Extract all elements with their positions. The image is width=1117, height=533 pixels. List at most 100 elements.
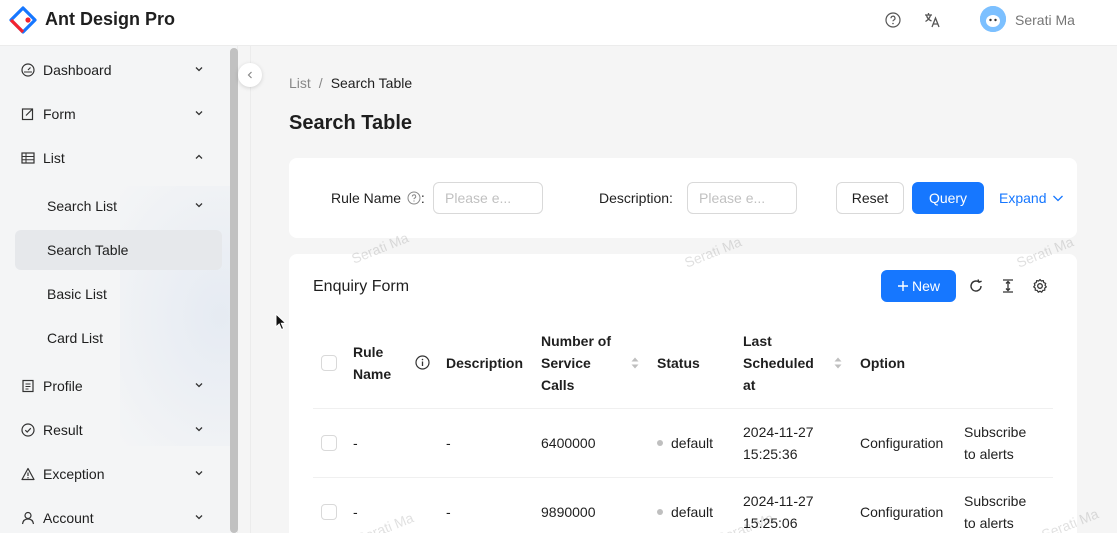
- row-checkbox[interactable]: [321, 435, 337, 451]
- table-header-divider: [313, 408, 1053, 409]
- sidebar-item-label: List: [43, 150, 65, 166]
- rule-name-link[interactable]: -: [353, 501, 358, 523]
- calls-header-line3: Calls: [541, 377, 575, 393]
- info-circle-icon[interactable]: [415, 355, 430, 373]
- sidebar-item-label: Dashboard: [43, 62, 112, 78]
- select-all-checkbox[interactable]: [321, 355, 337, 371]
- sort-icon[interactable]: [833, 355, 843, 371]
- column-header-status[interactable]: Status: [657, 352, 700, 374]
- sidebar-item-label: Basic List: [47, 286, 107, 302]
- column-height-icon[interactable]: [999, 277, 1017, 295]
- question-circle-icon[interactable]: [883, 10, 903, 30]
- expand-toggle[interactable]: Expand: [999, 190, 1064, 206]
- sidebar-item-basic-list[interactable]: Basic List: [0, 274, 222, 314]
- sidebar-item-label: Result: [43, 422, 83, 438]
- sidebar-item-card-list[interactable]: Card List: [0, 318, 222, 358]
- sidebar-item-exception[interactable]: Exception: [0, 454, 222, 494]
- question-circle-icon[interactable]: [407, 191, 421, 205]
- sidebar-item-search-list[interactable]: Search List: [0, 186, 222, 226]
- warning-icon: [20, 466, 36, 482]
- chevron-down-icon: [192, 378, 206, 392]
- breadcrumb-current: Search Table: [330, 75, 413, 91]
- row-checkbox[interactable]: [321, 504, 337, 520]
- collapse-sidebar-button[interactable]: [238, 63, 262, 87]
- scheduled-date: 2024-11-27: [743, 424, 814, 440]
- subscribe-line1: Subscribe: [964, 493, 1027, 509]
- setting-icon[interactable]: [1031, 277, 1049, 295]
- sidebar-item-list[interactable]: List: [0, 138, 222, 178]
- sidebar-item-label: Search Table: [47, 242, 129, 258]
- translate-icon[interactable]: [922, 10, 942, 30]
- page-title: Search Table: [289, 112, 413, 134]
- breadcrumb-separator: /: [318, 75, 323, 91]
- description-cell: -: [446, 504, 451, 520]
- description-input[interactable]: [687, 182, 797, 214]
- column-header-last-scheduled[interactable]: Last Scheduled at: [743, 330, 814, 396]
- sidebar-item-label: Profile: [43, 378, 83, 394]
- scheduled-header-line3: at: [743, 377, 756, 393]
- table-title: Enquiry Form: [313, 278, 410, 295]
- column-header-service-calls[interactable]: Number of Service Calls: [541, 330, 611, 396]
- sidebar-scrollbar[interactable]: [230, 48, 238, 533]
- scheduled-header-line1: Last: [743, 333, 772, 349]
- avatar[interactable]: [980, 6, 1006, 32]
- sidebar-item-label: Card List: [47, 330, 104, 346]
- chevron-down-icon: [192, 106, 206, 120]
- status-text: default: [671, 504, 714, 520]
- status-dot: [657, 509, 663, 516]
- rule-name-header-line2: Name: [353, 366, 392, 382]
- rule-name-label: Rule Name :: [331, 190, 425, 206]
- chevron-down-icon: [192, 422, 206, 436]
- chevron-up-icon: [192, 150, 206, 164]
- new-button[interactable]: New: [881, 270, 956, 302]
- subscribe-alerts-link[interactable]: Subscribe to alerts: [964, 490, 1026, 533]
- status-cell: default: [657, 432, 713, 454]
- calls-header-line1: Number of: [541, 333, 611, 349]
- sidebar-item-dashboard[interactable]: Dashboard: [0, 50, 222, 90]
- service-calls-cell: 9890000: [541, 504, 596, 520]
- query-button[interactable]: Query: [912, 182, 984, 214]
- configuration-link[interactable]: Configuration: [860, 501, 943, 523]
- sidebar-item-account[interactable]: Account: [0, 498, 222, 533]
- top-header: Ant Design Pro Serati Ma: [0, 0, 1117, 46]
- subscribe-line1: Subscribe: [964, 424, 1027, 440]
- mouse-cursor-icon: [275, 313, 287, 331]
- sidebar-item-label: Search List: [47, 198, 118, 214]
- rule-name-link[interactable]: -: [353, 432, 358, 454]
- service-calls-cell: 6400000: [541, 435, 596, 451]
- sidebar-item-search-table[interactable]: Search Table: [15, 230, 222, 270]
- subscribe-alerts-link[interactable]: Subscribe to alerts: [964, 421, 1026, 465]
- profile-icon: [20, 378, 36, 394]
- sidebar-item-label: Account: [43, 510, 94, 526]
- breadcrumb-root[interactable]: List: [289, 75, 311, 91]
- status-text: default: [671, 435, 714, 451]
- description-label-text: Description: [599, 190, 670, 206]
- username[interactable]: Serati Ma: [1015, 12, 1075, 28]
- reset-button[interactable]: Reset: [836, 182, 904, 214]
- form-icon: [20, 106, 36, 122]
- scheduled-date: 2024-11-27: [743, 493, 814, 509]
- sort-icon[interactable]: [630, 355, 640, 371]
- sidebar-item-profile[interactable]: Profile: [0, 366, 222, 406]
- column-header-rule-name[interactable]: Rule Name: [353, 341, 391, 385]
- brand-title[interactable]: Ant Design Pro: [45, 9, 175, 30]
- chevron-left-icon: [247, 71, 252, 79]
- sidebar-item-result[interactable]: Result: [0, 410, 222, 450]
- chevron-down-icon: [192, 466, 206, 480]
- column-header-option: Option: [860, 355, 906, 371]
- new-button-label: New: [911, 278, 940, 294]
- plus-icon: [897, 281, 908, 291]
- chevron-down-icon: [192, 510, 206, 524]
- column-header-description[interactable]: Description: [446, 352, 523, 374]
- rule-name-label-text: Rule Name: [331, 190, 402, 206]
- sidebar-item-label: Form: [43, 106, 76, 122]
- reload-icon[interactable]: [967, 277, 985, 295]
- configuration-link[interactable]: Configuration: [860, 432, 943, 454]
- rule-name-input[interactable]: [433, 182, 543, 214]
- last-scheduled-cell: 2024-11-27 15:25:36: [743, 421, 814, 465]
- sidebar: Dashboard Form List Search List Search T…: [0, 46, 238, 533]
- chevron-down-icon: [192, 62, 206, 76]
- sidebar-item-form[interactable]: Form: [0, 94, 222, 134]
- content-divider: [250, 46, 251, 533]
- ant-design-logo-icon[interactable]: [9, 6, 37, 34]
